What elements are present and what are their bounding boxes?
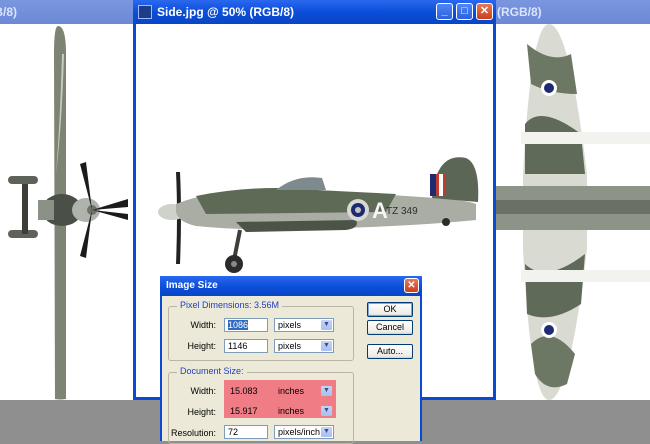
resolution-label: Resolution:	[170, 428, 216, 438]
resolution-unit-select[interactable]: pixels/inch ▼	[274, 425, 334, 439]
chevron-down-icon[interactable]: ▼	[321, 386, 332, 396]
auto-button[interactable]: Auto...	[367, 344, 413, 359]
chevron-down-icon[interactable]: ▼	[321, 341, 332, 351]
front-view-aircraft	[8, 26, 128, 400]
image-size-dialog[interactable]: Image Size ✕ Pixel Dimensions: 3.56M Wid…	[160, 276, 422, 444]
pd-width-input[interactable]: 1086	[224, 318, 268, 332]
pd-height-unit-select[interactable]: pixels ▼	[274, 339, 334, 353]
image-size-title: Image Size	[166, 280, 218, 291]
front-view-titlebar[interactable]: (RGB/8)	[0, 0, 139, 24]
ds-height-unit-select[interactable]: inches ▼	[274, 404, 334, 418]
side-view-titlebar[interactable]: Side.jpg @ 50% (RGB/8) _ □ ✕	[133, 0, 496, 24]
ok-button[interactable]: OK	[367, 302, 413, 317]
dialog-close-button[interactable]: ✕	[404, 278, 419, 293]
top-view-aircraft	[491, 24, 650, 400]
ds-width-unit-select[interactable]: inches ▼	[274, 384, 334, 398]
close-button[interactable]: ✕	[476, 3, 493, 20]
pixel-dimensions-label: Pixel Dimensions: 3.56M	[177, 300, 283, 310]
photoshop-document-icon	[138, 5, 152, 19]
resolution-input[interactable]: 72	[224, 425, 268, 439]
chevron-down-icon[interactable]: ▼	[321, 320, 332, 330]
maximize-button[interactable]: □	[456, 3, 473, 20]
pd-width-label: Width:	[190, 320, 216, 330]
chevron-down-icon[interactable]: ▼	[321, 406, 332, 416]
side-view-title: Side.jpg @ 50% (RGB/8)	[157, 5, 295, 19]
front-view-window[interactable]: (RGB/8)	[0, 0, 140, 400]
side-serial: TZ 349	[386, 206, 418, 217]
chevron-down-icon[interactable]: ▼	[321, 427, 332, 437]
front-view-title: (RGB/8)	[0, 5, 17, 19]
ds-width-label: Width:	[190, 386, 216, 396]
ds-height-label: Height:	[187, 407, 216, 417]
pd-height-label: Height:	[187, 341, 216, 351]
document-size-label: Document Size:	[177, 366, 247, 376]
top-view-titlebar[interactable]: (RGB/8)	[491, 0, 650, 24]
ds-height-input[interactable]: 15.917	[226, 404, 268, 418]
cancel-button[interactable]: Cancel	[367, 320, 413, 335]
minimize-button[interactable]: _	[436, 3, 453, 20]
ds-width-input[interactable]: 15.083	[226, 384, 268, 398]
pd-width-unit-select[interactable]: pixels ▼	[274, 318, 334, 332]
pd-height-input[interactable]: 1146	[224, 339, 268, 353]
top-view-title: (RGB/8)	[497, 5, 542, 19]
image-size-titlebar[interactable]: Image Size ✕	[160, 276, 422, 296]
top-view-window[interactable]: (RGB/8)	[490, 0, 650, 400]
